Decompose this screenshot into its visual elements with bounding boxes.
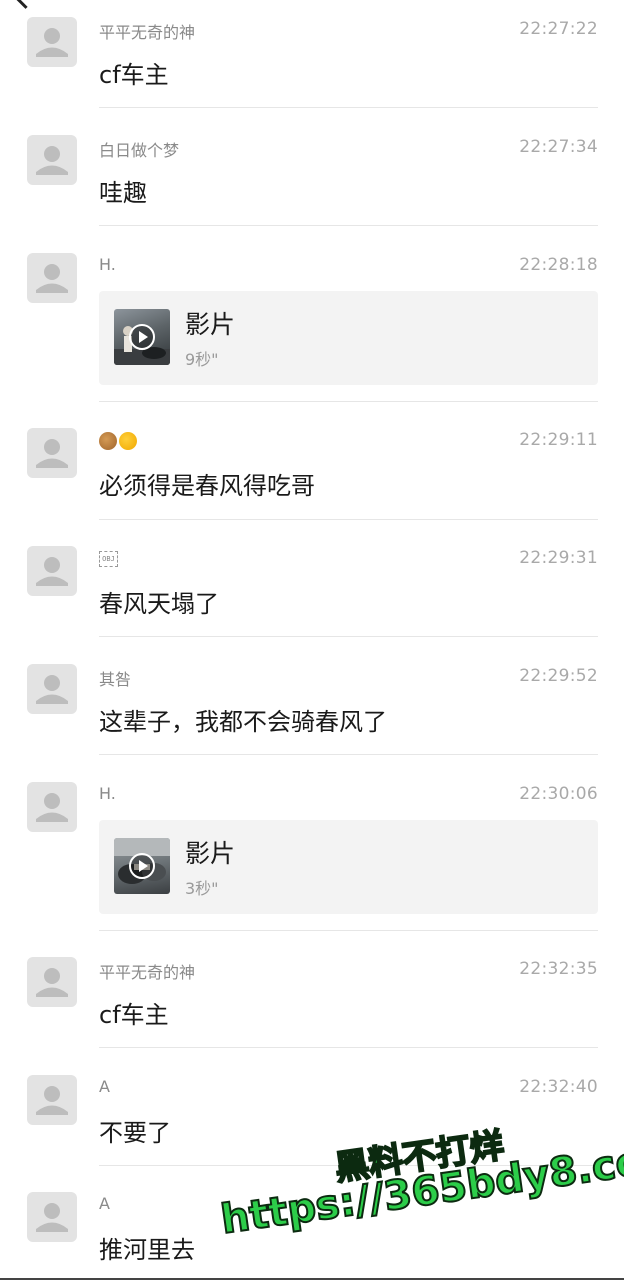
video-title: 影片 bbox=[185, 839, 236, 868]
message-time: 22:30:06 bbox=[519, 784, 598, 804]
sender-name: 平平无奇的神 bbox=[99, 23, 196, 42]
video-thumbnail bbox=[114, 309, 170, 365]
divider bbox=[99, 225, 598, 226]
sender-name: 其咎 bbox=[99, 670, 132, 689]
sender-name: H. bbox=[99, 784, 116, 803]
message-text: 必须得是春风得吃哥 bbox=[99, 472, 315, 500]
avatar[interactable] bbox=[27, 1075, 77, 1125]
divider bbox=[99, 754, 598, 755]
message-text: 不要了 bbox=[99, 1119, 171, 1147]
cookie-emoji-icon bbox=[99, 431, 117, 450]
default-avatar-icon bbox=[36, 968, 68, 997]
video-title: 影片 bbox=[185, 310, 236, 339]
play-icon[interactable] bbox=[129, 324, 155, 350]
play-icon[interactable] bbox=[129, 853, 155, 879]
sender-name bbox=[99, 430, 139, 450]
default-avatar-icon bbox=[36, 1203, 68, 1232]
avatar[interactable] bbox=[27, 17, 77, 67]
default-avatar-icon bbox=[36, 28, 68, 57]
video-thumbnail bbox=[114, 838, 170, 894]
message-text: 哇趣 bbox=[99, 179, 147, 207]
avatar[interactable] bbox=[27, 135, 77, 185]
divider bbox=[99, 930, 598, 931]
message-text: 推河里去 bbox=[99, 1236, 195, 1264]
angry-face-emoji-icon bbox=[119, 431, 137, 450]
message-time: 22:27:22 bbox=[519, 19, 598, 39]
video-duration: 3秒" bbox=[185, 879, 219, 898]
video-message-card[interactable]: 影片 3秒" bbox=[99, 820, 598, 914]
avatar[interactable] bbox=[27, 1192, 77, 1242]
message-time: 22:28:18 bbox=[519, 255, 598, 275]
default-avatar-icon bbox=[36, 557, 68, 586]
avatar[interactable] bbox=[27, 428, 77, 478]
divider bbox=[99, 636, 598, 637]
default-avatar-icon bbox=[36, 439, 68, 468]
obj-placeholder-icon: OBJ bbox=[99, 550, 118, 567]
video-message-card[interactable]: 影片 9秒" bbox=[99, 291, 598, 385]
sender-name: OBJ bbox=[99, 548, 118, 567]
sender-name: H. bbox=[99, 255, 116, 274]
default-avatar-icon bbox=[36, 675, 68, 704]
divider bbox=[99, 107, 598, 108]
divider bbox=[99, 519, 598, 520]
default-avatar-icon bbox=[36, 264, 68, 293]
watermark-url: https://365bdy8.com bbox=[217, 1132, 624, 1245]
divider bbox=[99, 401, 598, 402]
default-avatar-icon bbox=[36, 793, 68, 822]
watermark: 黑料不打烊 https://365bdy8.com bbox=[212, 1096, 624, 1279]
default-avatar-icon bbox=[36, 146, 68, 175]
message-text: 这辈子，我都不会骑春风了 bbox=[99, 708, 387, 736]
message-time: 22:29:11 bbox=[519, 430, 598, 450]
sender-name: A bbox=[99, 1194, 110, 1213]
message-text: cf车主 bbox=[99, 1001, 169, 1029]
avatar[interactable] bbox=[27, 664, 77, 714]
default-avatar-icon bbox=[36, 1086, 68, 1115]
message-time: 22:32:40 bbox=[519, 1077, 598, 1097]
message-time: 22:32:35 bbox=[519, 959, 598, 979]
back-arrow-icon[interactable] bbox=[12, 0, 39, 9]
video-duration: 9秒" bbox=[185, 350, 219, 369]
avatar[interactable] bbox=[27, 782, 77, 832]
avatar[interactable] bbox=[27, 546, 77, 596]
sender-name: 白日做个梦 bbox=[99, 141, 180, 160]
message-time: 22:27:34 bbox=[519, 137, 598, 157]
sender-name: A bbox=[99, 1077, 110, 1096]
divider bbox=[99, 1047, 598, 1048]
message-text: 春风天塌了 bbox=[99, 590, 219, 618]
message-time: 22:29:31 bbox=[519, 548, 598, 568]
divider bbox=[99, 1165, 598, 1166]
avatar[interactable] bbox=[27, 957, 77, 1007]
sender-name: 平平无奇的神 bbox=[99, 963, 196, 982]
avatar[interactable] bbox=[27, 253, 77, 303]
watermark-title: 黑料不打烊 bbox=[332, 1125, 508, 1190]
message-time: 22:29:52 bbox=[519, 666, 598, 686]
message-text: cf车主 bbox=[99, 61, 169, 89]
